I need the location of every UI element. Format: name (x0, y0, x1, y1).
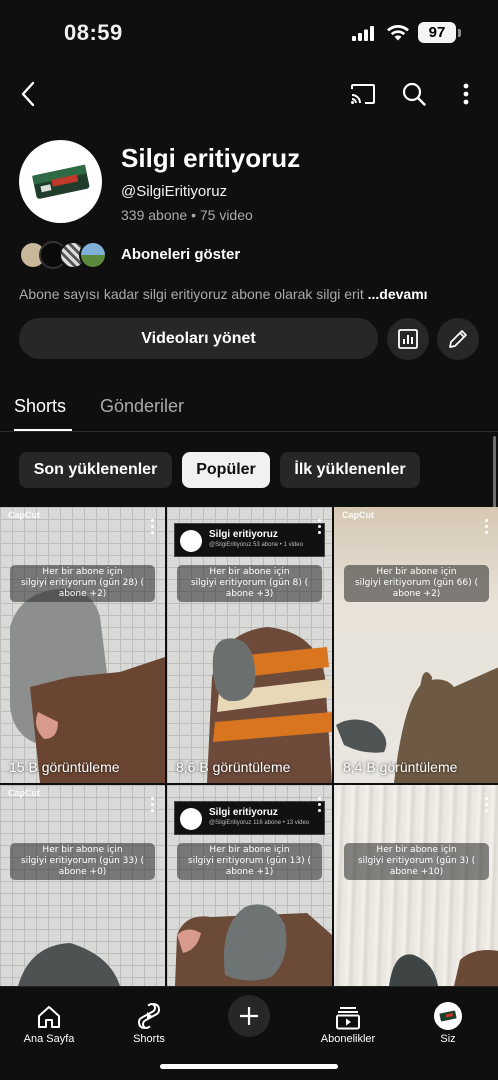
more-link[interactable]: ...devamı (368, 286, 428, 302)
nav-shorts-label: Shorts (133, 1033, 165, 1045)
create-button[interactable] (228, 995, 270, 1037)
thumbnail-image (389, 950, 498, 986)
short-caption: Her bir abone için silgiyi eritiyorum (g… (344, 565, 489, 602)
card-channel-name: Silgi eritiyoruz (209, 807, 278, 818)
nav-home-label: Ana Sayfa (23, 1033, 75, 1045)
edit-channel-button[interactable] (437, 318, 479, 360)
short-thumbnail[interactable]: CapCut Her bir abone için silgiyi eritiy… (334, 507, 498, 783)
battery-indicator: 97 (418, 22, 456, 43)
chip-oldest[interactable]: İlk yüklenenler (280, 452, 420, 488)
short-thumbnail[interactable]: CapCut Her bir abone için silgiyi eritiy… (0, 785, 165, 986)
short-thumbnail[interactable]: Her bir abone için silgiyi eritiyorum (g… (334, 785, 498, 986)
channel-card-overlay: Silgi eritiyoruz @SilgiEritiyoruz 53 abo… (174, 523, 325, 557)
cellular-signal-icon (352, 26, 374, 41)
cast-icon (351, 84, 375, 104)
short-views: 15 B görüntüleme (9, 759, 120, 775)
search-button[interactable] (396, 76, 432, 112)
short-caption: Her bir abone için silgiyi eritiyorum (g… (344, 843, 489, 880)
short-thumbnail[interactable]: CapCut Her bir abone için silgiyi eritiy… (0, 507, 165, 783)
home-indicator (160, 1064, 338, 1069)
chip-popular[interactable]: Popüler (182, 452, 270, 488)
channel-avatar[interactable] (19, 140, 102, 223)
card-channel-name: Silgi eritiyoruz (209, 529, 278, 540)
short-caption: Her bir abone için silgiyi eritiyorum (g… (177, 843, 322, 880)
more-options-button[interactable] (448, 76, 484, 112)
wifi-icon (387, 24, 409, 41)
card-channel-handle: @SilgiEritiyoruz 116 abone • 13 video (209, 820, 310, 826)
chip-latest[interactable]: Son yüklenenler (19, 452, 172, 488)
capcut-watermark: CapCut (342, 510, 374, 520)
card-avatar (180, 530, 202, 552)
channel-description[interactable]: Abone sayısı kadar silgi eritiyoruz abon… (19, 286, 428, 302)
back-arrow-icon (21, 81, 35, 107)
pencil-icon (449, 330, 467, 348)
nav-home[interactable]: Ana Sayfa (4, 987, 94, 1045)
more-vertical-icon[interactable] (485, 797, 489, 815)
nav-shorts[interactable]: Shorts (104, 987, 194, 1045)
channel-stats: 339 abone • 75 video (121, 207, 253, 223)
short-caption: Her bir abone için silgiyi eritiyorum (g… (10, 843, 155, 880)
subscriber-avatar (79, 241, 107, 269)
create-icon (240, 1007, 258, 1025)
channel-card-overlay: Silgi eritiyoruz @SilgiEritiyoruz 116 ab… (174, 801, 325, 835)
thumbnail-image (336, 667, 498, 783)
short-views: 8,4 B görüntüleme (343, 759, 458, 775)
search-icon (402, 82, 426, 106)
tab-shorts[interactable]: Shorts (14, 396, 66, 417)
show-subscribers-link[interactable]: Aboneleri göster (121, 246, 240, 263)
more-vertical-icon (463, 83, 469, 105)
subscriber-avatars[interactable] (19, 241, 107, 269)
eraser-logo-icon (31, 164, 89, 199)
short-caption: Her bir abone için silgiyi eritiyorum (g… (177, 565, 322, 602)
short-thumbnail[interactable]: Silgi eritiyoruz @SilgiEritiyoruz 116 ab… (167, 785, 332, 986)
short-thumbnail[interactable]: Silgi eritiyoruz @SilgiEritiyoruz 53 abo… (167, 507, 332, 783)
tab-posts[interactable]: Gönderiler (100, 396, 184, 417)
nav-subscriptions[interactable]: Abonelikler (303, 987, 393, 1045)
you-avatar-icon (434, 1002, 462, 1030)
cast-button[interactable] (345, 76, 381, 112)
capcut-watermark: CapCut (8, 788, 40, 798)
analytics-button[interactable] (387, 318, 429, 360)
nav-you-label: Siz (440, 1033, 456, 1045)
battery-tip (458, 29, 461, 37)
nav-subscriptions-label: Abonelikler (320, 1033, 376, 1045)
channel-name: Silgi eritiyoruz (121, 143, 301, 173)
more-vertical-icon[interactable] (318, 519, 322, 537)
nav-you[interactable]: Siz (403, 987, 493, 1045)
home-icon (38, 1006, 60, 1028)
analytics-icon (398, 329, 418, 349)
card-channel-handle: @SilgiEritiyoruz 53 abone • 1 video (209, 542, 303, 548)
short-caption: Her bir abone için silgiyi eritiyorum (g… (10, 565, 155, 602)
back-button[interactable] (10, 76, 46, 112)
more-vertical-icon[interactable] (151, 519, 155, 537)
status-bar: 08:59 97 (0, 0, 498, 66)
thumbnail-image (18, 943, 120, 986)
capcut-watermark: CapCut (8, 510, 40, 520)
subscriptions-icon (336, 1007, 360, 1030)
more-vertical-icon[interactable] (485, 519, 489, 537)
more-vertical-icon[interactable] (151, 797, 155, 815)
tab-divider (0, 431, 498, 432)
thumbnail-image (10, 588, 165, 783)
status-time: 08:59 (64, 20, 123, 45)
card-avatar (180, 808, 202, 830)
channel-handle: @SilgiEritiyoruz (121, 183, 228, 200)
top-app-bar (0, 66, 498, 122)
manage-videos-button[interactable]: Videoları yönet (19, 318, 378, 359)
more-vertical-icon[interactable] (318, 797, 322, 815)
description-text: Abone sayısı kadar silgi eritiyoruz abon… (19, 286, 364, 302)
shorts-icon (137, 1002, 161, 1030)
short-views: 8,6 B görüntüleme (176, 759, 291, 775)
